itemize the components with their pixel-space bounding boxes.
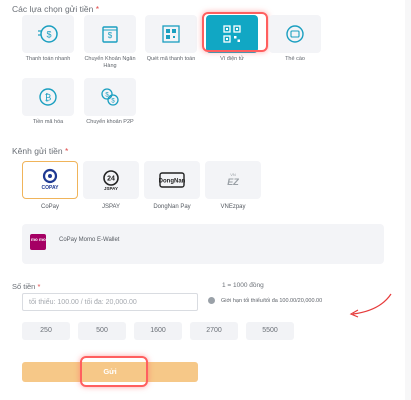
channel-vnezpay[interactable]: VN EZ VNEzpay [205, 161, 261, 210]
jspay-logo: 24 JSPAY [103, 170, 119, 191]
crypto-icon: ₿ [39, 88, 57, 106]
svg-text:₿: ₿ [45, 93, 52, 103]
channel-dongnan[interactable]: DongNan DongNan Pay [144, 161, 200, 210]
qr-scan-icon [162, 25, 180, 43]
scrollbar[interactable] [405, 0, 411, 400]
option-p2p[interactable]: $ $ Chuyển khoản P2P [84, 78, 136, 126]
quick-amount-500[interactable]: 500 [78, 322, 126, 340]
quick-amount-5500[interactable]: 5500 [246, 322, 294, 340]
dongnan-logo: DongNan [159, 172, 186, 188]
wallet-option[interactable]: mo mo CoPay Momo E-Wallet [22, 224, 384, 264]
channel-label: CoPay [40, 204, 59, 210]
svg-text:DongNan: DongNan [159, 179, 186, 185]
svg-text:$: $ [108, 31, 113, 40]
channel-jspay[interactable]: 24 JSPAY JSPAY [83, 161, 139, 210]
option-bank-transfer[interactable]: $ Chuyển Khoản Ngân Hàng [84, 15, 136, 70]
option-label: Thẻ cào [285, 56, 305, 62]
channel-label: VNEzpay [220, 204, 246, 210]
svg-text:EZ: EZ [227, 177, 239, 187]
option-fast-payment[interactable]: $ Thanh toán nhanh [22, 15, 74, 63]
svg-text:JSPAY: JSPAY [104, 186, 118, 191]
quick-amount-250[interactable]: 250 [22, 322, 70, 340]
option-crypto[interactable]: ₿ Tiền mã hóa [22, 78, 74, 126]
quick-amount-2700[interactable]: 2700 [190, 322, 238, 340]
wallet-name: CoPay Momo E-Wallet [59, 237, 120, 243]
option-scratch-card[interactable]: Thẻ cào [269, 15, 321, 63]
option-label: Ví điện tử [220, 56, 244, 62]
amount-input[interactable]: tối thiểu: 100.00 / tối đa: 20,000.00 [22, 293, 198, 311]
vnezpay-logo: VN EZ [227, 172, 239, 187]
option-label: Thanh toán nhanh [25, 56, 71, 62]
option-label: Chuyển Khoản Ngân Hàng [84, 56, 136, 69]
fast-payment-icon: $ [38, 25, 58, 43]
limit-info: Giới hạn tối thiểu/tối đa 100.00/20,000.… [208, 297, 322, 304]
channel-label: DongNan Pay [153, 204, 191, 210]
info-icon [208, 297, 215, 304]
option-label: Tiền mã hóa [32, 119, 64, 125]
svg-text:COPAY: COPAY [42, 185, 60, 191]
option-qr-scan[interactable]: Quét mã thanh toán [145, 15, 197, 63]
highlight-box [80, 356, 148, 387]
channel-copay[interactable]: COPAY CoPay [22, 161, 78, 210]
bank-transfer-icon: $ [102, 26, 118, 43]
svg-text:$: $ [111, 99, 115, 105]
option-label: Chuyển khoản P2P [86, 119, 134, 125]
amount-title: Số tiền * [12, 282, 41, 291]
momo-logo: mo mo [30, 234, 46, 250]
option-label: Quét mã thanh toán [146, 56, 196, 62]
p2p-transfer-icon: $ $ [101, 88, 119, 106]
highlight-box [202, 12, 268, 52]
annotation-arrow [349, 293, 392, 318]
scratch-card-icon [286, 25, 304, 43]
copay-logo: COPAY [42, 168, 60, 191]
svg-text:$: $ [46, 30, 51, 40]
exchange-rate: 1 = 1000 đồng [222, 282, 264, 289]
svg-text:24: 24 [107, 176, 115, 183]
channel-label: JSPAY [101, 204, 121, 210]
channels-title: Kênh gửi tiền * [12, 146, 69, 156]
deposit-options-title: Các lựa chọn gửi tiền * [12, 4, 99, 14]
quick-amount-1600[interactable]: 1600 [134, 322, 182, 340]
